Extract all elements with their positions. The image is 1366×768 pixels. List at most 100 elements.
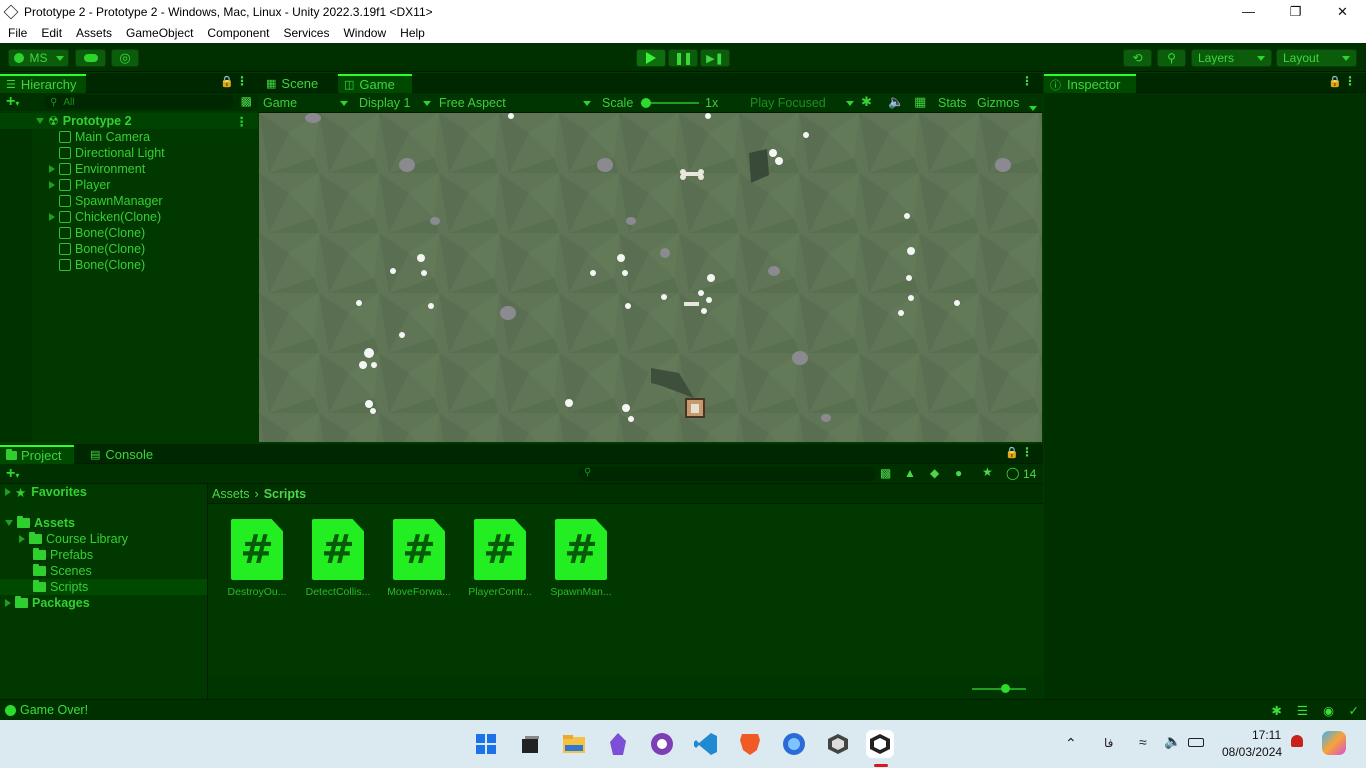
minimize-button[interactable]: — [1225,0,1272,23]
account-dropdown[interactable]: MS [8,49,69,67]
clock-time[interactable]: 17:11 [1252,728,1281,742]
expand-arrow-icon[interactable] [49,165,55,173]
check-icon[interactable]: ✓ [1349,703,1359,718]
github-desktop-icon[interactable] [648,730,676,758]
game-viewport[interactable] [259,113,1042,442]
csharp-script-icon[interactable]: # [231,519,283,580]
brave-icon[interactable] [736,730,764,758]
script-file-label[interactable]: SpawnMan... [541,586,621,598]
layout-dropdown[interactable]: Layout [1276,49,1357,67]
scene-root-item[interactable]: ☢ Prototype 2 ⋮ [0,113,258,129]
maximize-button[interactable]: ❐ [1272,0,1319,23]
wifi-icon[interactable]: ≈ [1139,734,1147,750]
folder-scenes[interactable]: Scenes [33,563,92,579]
battery-icon[interactable] [1188,738,1204,747]
tray-overflow-icon[interactable]: ⌃ [1065,735,1077,752]
expand-arrow-icon[interactable] [5,520,13,526]
display-dropdown[interactable]: Display 1 [359,96,431,110]
tab-hierarchy[interactable]: ☰ Hierarchy [0,74,86,93]
more-options-icon[interactable]: ⋮ [236,74,248,88]
hierarchy-item[interactable]: Directional Light [0,145,258,161]
add-button[interactable]: +▾ [6,93,19,111]
expand-arrow-icon[interactable] [19,535,25,543]
hierarchy-item[interactable]: Environment [0,161,258,177]
clock-date[interactable]: 08/03/2024 [1222,745,1282,759]
folder-scripts[interactable]: Scripts [0,579,207,595]
play-button[interactable] [636,49,666,67]
tab-scene[interactable]: ▦ Scene [260,74,332,93]
favorites-item[interactable]: ★ Favorites [5,484,87,500]
csharp-script-icon[interactable]: # [474,519,526,580]
folder-prefabs[interactable]: Prefabs [33,547,93,563]
search-input[interactable]: ⚲ All [44,95,234,109]
step-button[interactable]: ▶❚ [700,49,730,67]
label-icon[interactable]: ◆ [930,466,939,480]
cloud-button[interactable] [75,49,106,67]
more-options-icon[interactable]: ⋮ [1021,445,1033,459]
stats-button[interactable]: Stats [938,96,967,110]
hidden-packages-icon[interactable]: ◯ [1006,466,1019,480]
script-file-label[interactable]: DetectCollis... [298,586,378,598]
project-search-input[interactable]: ⚲ [578,467,876,481]
audio-icon[interactable]: 🔈 [888,94,904,110]
vscode-icon[interactable] [692,730,720,758]
tab-game[interactable]: ◫ Game [338,74,412,93]
csharp-script-icon[interactable]: # [393,519,445,580]
add-button[interactable]: +▾ [6,465,19,483]
star-icon[interactable]: ★ [982,465,993,479]
hierarchy-item[interactable]: Player [0,177,258,193]
lock-icon[interactable]: 🔒 [1328,75,1342,88]
lock-icon[interactable]: 🔒 [220,75,234,88]
volume-icon[interactable]: 🔈 [1164,733,1181,750]
tab-project[interactable]: Project [0,445,74,464]
input-language[interactable]: فا [1104,736,1113,750]
menu-file[interactable]: File [0,26,34,40]
hierarchy-item[interactable]: SpawnManager [0,193,258,209]
firefox-icon[interactable] [780,730,808,758]
csharp-script-icon[interactable]: # [312,519,364,580]
warning-icon[interactable]: ● [955,466,962,480]
menu-component[interactable]: Component [200,26,276,40]
scale-slider-handle[interactable] [641,98,651,108]
debug-icon[interactable]: ✱ [1272,703,1282,718]
expand-arrow-icon[interactable] [5,599,11,607]
start-icon[interactable] [472,730,500,758]
bug-icon[interactable]: ✱ [861,94,872,110]
copilot-icon[interactable] [1322,731,1346,755]
obsidian-icon[interactable] [604,730,632,758]
csharp-script-icon[interactable]: # [555,519,607,580]
cache-server-icon[interactable]: ◉ [1323,703,1334,718]
more-options-icon[interactable]: ⋮ [1344,74,1356,88]
hierarchy-item[interactable]: Chicken(Clone) [0,209,258,225]
file-explorer-icon[interactable] [560,730,588,758]
hierarchy-item[interactable]: Bone(Clone) [0,225,258,241]
play-focused-dropdown[interactable]: Play Focused [750,96,854,110]
script-file-label[interactable]: MoveForwa... [379,586,459,598]
status-message[interactable]: Game Over! [20,703,88,717]
breadcrumb-scripts[interactable]: Scripts [264,487,306,501]
pause-button[interactable]: ❚❚ [668,49,698,67]
lock-icon[interactable]: 🔒 [1005,446,1019,459]
grid-icon[interactable]: ▦ [914,94,926,110]
script-file-label[interactable]: DestroyOu... [217,586,297,598]
more-options-icon[interactable]: ⋮ [1021,74,1033,88]
menu-help[interactable]: Help [393,26,432,40]
menu-assets[interactable]: Assets [69,26,119,40]
hierarchy-item[interactable]: Main Camera [0,129,258,145]
gizmos-button[interactable]: Gizmos [977,96,1019,110]
expand-arrow-icon[interactable] [49,181,55,189]
tab-inspector[interactable]: ⓘ Inspector [1044,74,1136,93]
menu-services[interactable]: Services [276,26,336,40]
layers-dropdown[interactable]: Layers [1191,49,1272,67]
layers-icon[interactable]: ☰ [1297,703,1308,718]
script-file-label[interactable]: PlayerContr... [460,586,540,598]
icon-size-slider[interactable] [972,688,1026,690]
hierarchy-item[interactable]: Bone(Clone) [0,241,258,257]
breadcrumb-assets[interactable]: Assets [212,487,250,501]
search-button[interactable]: ⚲ [1157,49,1186,67]
packages-item[interactable]: Packages [5,595,90,611]
collab-button[interactable]: ◎ [111,49,139,67]
display-mode-dropdown[interactable]: Game [263,96,348,110]
scene-search-icon[interactable]: ▩ [241,94,252,108]
task-view-icon[interactable] [516,730,544,758]
